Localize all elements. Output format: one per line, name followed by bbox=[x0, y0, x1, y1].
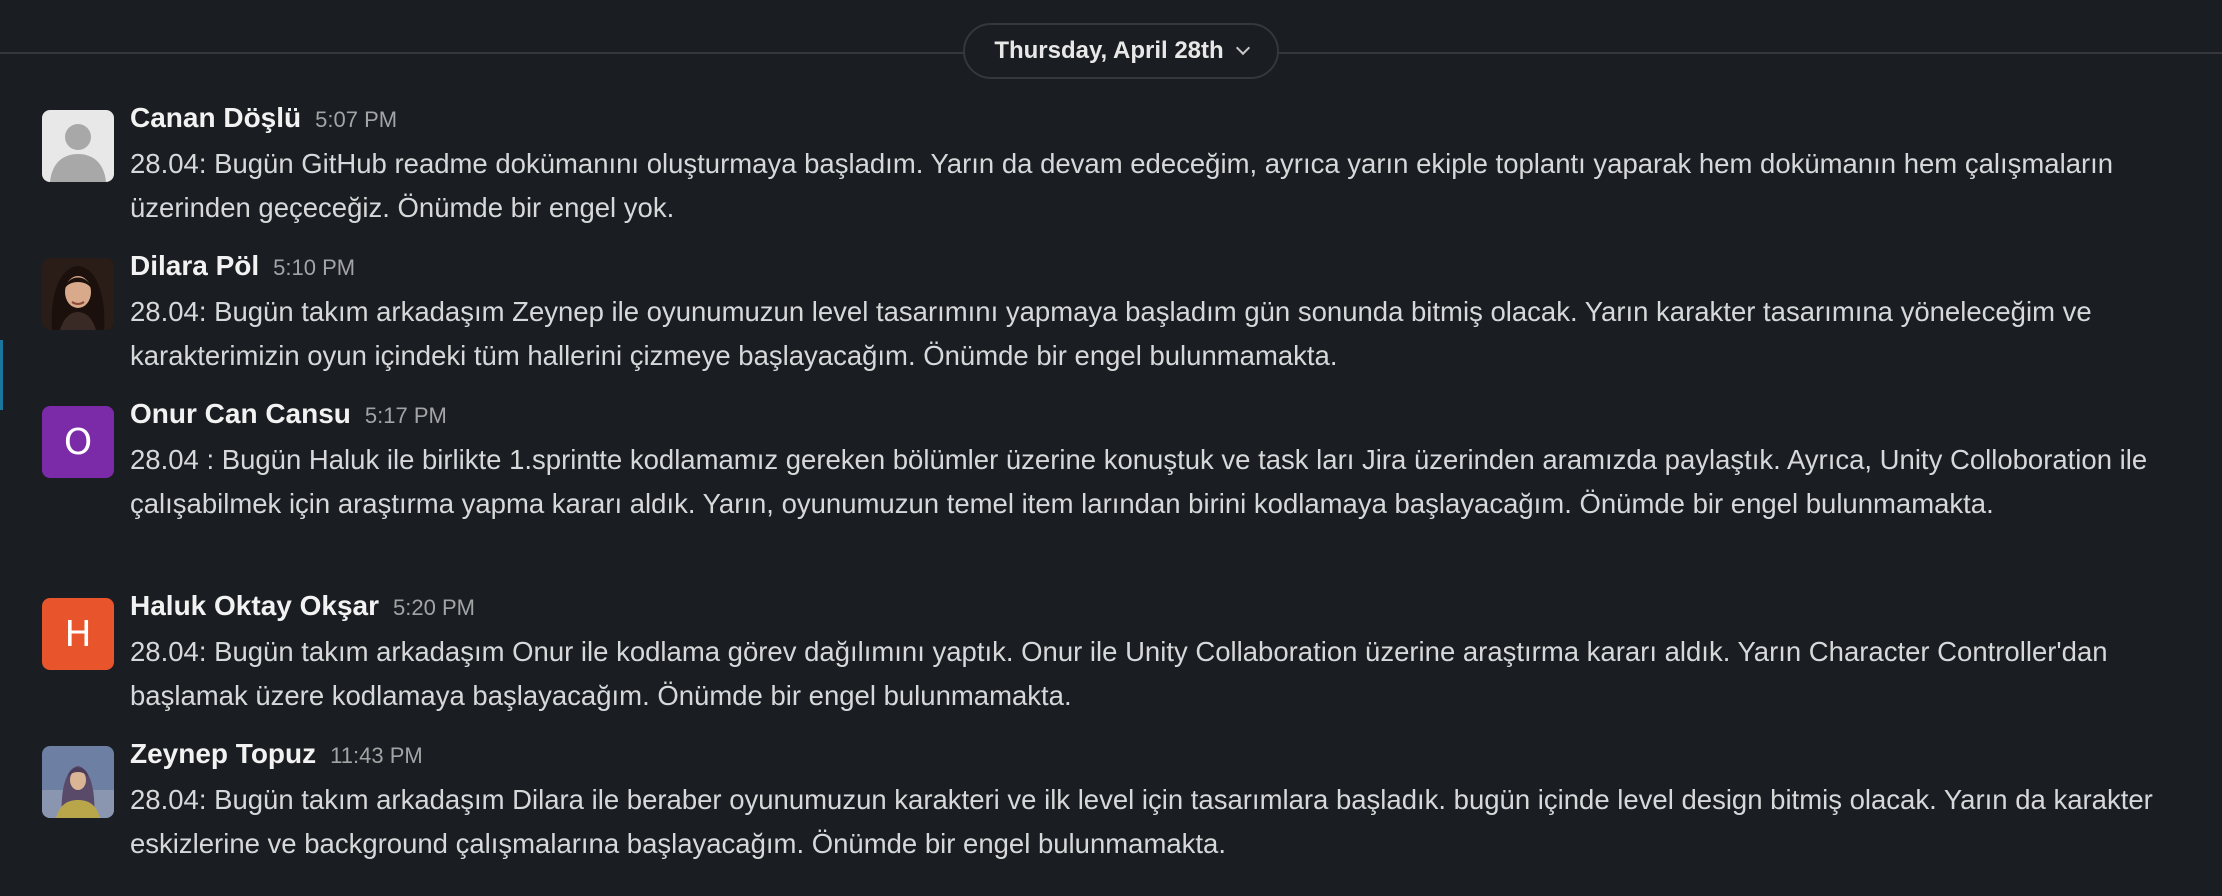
scroll-indicator bbox=[0, 340, 3, 410]
avatar-initial: O bbox=[63, 421, 93, 463]
timestamp[interactable]: 5:17 PM bbox=[365, 403, 447, 429]
sender-name[interactable]: Onur Can Cansu bbox=[130, 398, 351, 430]
avatar[interactable] bbox=[42, 746, 114, 818]
message-text: 28.04: Bugün takım arkadaşım Onur ile ko… bbox=[130, 636, 2108, 711]
sender-name[interactable]: Zeynep Topuz bbox=[130, 738, 316, 770]
message-list: Thursday, April 28th Canan Döşlü 5:07 PM… bbox=[0, 0, 2222, 896]
date-divider: Thursday, April 28th bbox=[0, 0, 2222, 104]
message-text: 28.04 : Bugün Haluk ile birlikte 1.sprin… bbox=[130, 444, 2148, 519]
profile-photo-icon bbox=[42, 258, 114, 330]
sender-name[interactable]: Haluk Oktay Okşar bbox=[130, 590, 379, 622]
timestamp[interactable]: 5:07 PM bbox=[315, 107, 397, 133]
avatar[interactable] bbox=[42, 258, 114, 330]
sender-name[interactable]: Canan Döşlü bbox=[130, 102, 301, 134]
avatar[interactable]: O bbox=[42, 406, 114, 478]
default-user-icon bbox=[42, 110, 114, 182]
timestamp[interactable]: 5:10 PM bbox=[273, 255, 355, 281]
message-text: 28.04: Bugün takım arkadaşım Zeynep ile … bbox=[130, 296, 2092, 371]
date-label: Thursday, April 28th bbox=[994, 37, 1224, 64]
avatar[interactable]: H bbox=[42, 598, 114, 670]
message-text: 28.04: Bugün GitHub readme dokümanını ol… bbox=[130, 148, 2114, 223]
timestamp[interactable]: 11:43 PM bbox=[330, 743, 423, 769]
timestamp[interactable]: 5:20 PM bbox=[393, 595, 475, 621]
avatar-initial: H bbox=[64, 613, 92, 655]
message-text: 28.04: Bugün takım arkadaşım Dilara ile … bbox=[130, 784, 2153, 859]
avatar[interactable] bbox=[42, 110, 114, 182]
sender-name[interactable]: Dilara Pöl bbox=[130, 250, 259, 282]
date-jump-button[interactable]: Thursday, April 28th bbox=[963, 23, 1279, 79]
chevron-down-icon bbox=[1235, 40, 1250, 56]
profile-photo-icon bbox=[42, 746, 114, 818]
